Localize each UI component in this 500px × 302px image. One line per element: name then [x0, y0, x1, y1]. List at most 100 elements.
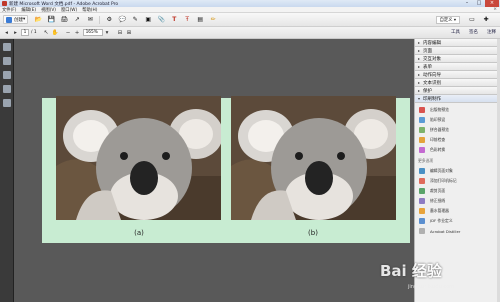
pin-icon[interactable]: ✚ — [482, 16, 490, 24]
text-icon[interactable]: T — [170, 16, 178, 24]
crop-icon — [419, 188, 425, 194]
pane-tabs: 工具 签名 注释 — [442, 29, 496, 35]
flattener-preview-icon — [419, 127, 425, 133]
tool-crop-pages[interactable]: 裁剪页面 — [419, 186, 500, 196]
section-content-editing[interactable]: ▸ 内容编辑 — [415, 39, 500, 47]
section-action-wizard[interactable]: ▸ 动作向导 — [415, 71, 500, 79]
menu-file[interactable]: 文件(F) — [2, 7, 16, 13]
chevron-right-icon: ▸ — [418, 56, 421, 61]
caption-a: (a) — [134, 229, 144, 237]
print-production-tools: 出版物预览 陷印预设 拼合器预览 印前检查 色彩转换 — [415, 103, 500, 155]
menu-help[interactable]: 帮助(H) — [82, 7, 97, 13]
pencil-icon[interactable]: ✏ — [209, 16, 217, 24]
navigation-toolbar: ◂ ▸ 1 / 1 ↖ ✋ − + 165% ▾ ⊟ ⊞ 工具 签名 注释 — [0, 27, 500, 39]
save-icon[interactable]: 💾 — [47, 16, 55, 24]
acrobat-app-icon — [2, 1, 7, 6]
tool-trap-presets[interactable]: 陷印预设 — [419, 115, 500, 125]
chevron-right-icon: ▸ — [418, 72, 421, 77]
email-icon[interactable]: ✉ — [86, 16, 94, 24]
zoom-dropdown-icon[interactable]: ▾ — [104, 29, 111, 37]
tab-sign[interactable]: 签名 — [469, 29, 478, 35]
tool-fix-hairlines[interactable]: 修正细线 — [419, 196, 500, 206]
settings-icon[interactable]: ⚙ — [105, 16, 113, 24]
section-text-recognition[interactable]: ▸ 文本识别 — [415, 79, 500, 87]
koala-photo-a — [56, 96, 221, 220]
section-interactive-objects[interactable]: ▸ 交互对象 — [415, 55, 500, 63]
tool-add-printer-marks[interactable]: 添加打印机标记 — [419, 176, 500, 186]
stamp-icon[interactable]: ▣ — [144, 16, 152, 24]
tool-ink-manager[interactable]: 墨水管理器 — [419, 206, 500, 216]
section-forms[interactable]: ▸ 表单 — [415, 63, 500, 71]
open-icon[interactable]: 📂 — [34, 16, 42, 24]
tool-preflight[interactable]: 印前检查 — [419, 135, 500, 145]
create-button[interactable]: 创建 ▾ — [3, 15, 29, 24]
attach-icon[interactable]: 📎 — [157, 16, 165, 24]
bookmarks-icon[interactable] — [3, 57, 11, 65]
minimize-button[interactable]: – — [461, 0, 473, 7]
section-pages[interactable]: ▸ 页面 — [415, 47, 500, 55]
comment-icon[interactable]: 💬 — [118, 16, 126, 24]
select-tool-icon[interactable]: ↖ — [43, 29, 50, 37]
highlight-icon[interactable]: ✎ — [131, 16, 139, 24]
fit-page-icon[interactable]: ⊞ — [126, 29, 133, 37]
create-icon — [6, 16, 12, 23]
menu-window[interactable]: 窗口(W) — [61, 7, 77, 13]
menu-view[interactable]: 视图(V) — [41, 7, 56, 13]
chevron-right-icon: ▸ — [418, 88, 421, 93]
chevron-right-icon: ▸ — [418, 48, 421, 53]
signatures-icon[interactable] — [3, 85, 11, 93]
convert-colors-icon — [419, 147, 425, 153]
ink-manager-icon — [419, 208, 425, 214]
tool-edit-page-object[interactable]: 编辑页面对象 — [419, 166, 500, 176]
trap-presets-icon — [419, 117, 425, 123]
left-navigation-pane — [0, 39, 14, 302]
tool-acrobat-distiller[interactable]: Acrobat Distiller — [419, 226, 500, 236]
text-edit-icon[interactable]: Ŧ — [183, 16, 191, 24]
page-total: / 1 — [31, 30, 37, 35]
caption-b: (b) — [308, 229, 318, 237]
fit-page-icon[interactable]: ▭ — [468, 16, 476, 24]
note-icon[interactable]: ▤ — [196, 16, 204, 24]
hairlines-icon — [419, 198, 425, 204]
tool-jdf-job[interactable]: JDF 作业定义 — [419, 216, 500, 226]
next-page-icon[interactable]: ▸ — [12, 29, 19, 37]
customize-dropdown[interactable]: 自定义 ▾ — [435, 16, 460, 24]
distiller-icon — [419, 228, 425, 234]
prev-page-icon[interactable]: ◂ — [3, 29, 10, 37]
baidu-jingyan-watermark: Bai 经验 jingyan.baidu.com — [350, 258, 500, 302]
page-number-input[interactable]: 1 — [21, 29, 29, 36]
preflight-icon — [419, 137, 425, 143]
layers-icon[interactable] — [3, 99, 11, 107]
tab-tools[interactable]: 工具 — [451, 29, 460, 35]
maximize-button[interactable]: □ — [473, 0, 485, 7]
zoom-out-icon[interactable]: − — [65, 29, 72, 37]
edit-object-icon — [419, 168, 425, 174]
close-button[interactable]: × — [485, 0, 499, 7]
toolbar-divider — [99, 15, 101, 24]
section-protection[interactable]: ▸ 保护 — [415, 87, 500, 95]
document-close-icon[interactable]: × — [493, 7, 497, 12]
jdf-icon — [419, 218, 425, 224]
share-icon[interactable]: ↗ — [73, 16, 81, 24]
chevron-right-icon: ▸ — [418, 64, 421, 69]
tool-output-preview[interactable]: 出版物预览 — [419, 105, 500, 115]
page-thumbnails-icon[interactable] — [3, 43, 11, 51]
fit-width-icon[interactable]: ⊟ — [117, 29, 124, 37]
chevron-down-icon: ▾ — [23, 17, 26, 22]
main-toolbar: 创建 ▾ 📂 💾 🖨 ↗ ✉ ⚙ 💬 ✎ ▣ 📎 T Ŧ ▤ ✏ 自定义 ▾ ▭… — [0, 13, 500, 27]
attachments-icon[interactable] — [3, 71, 11, 79]
menu-edit[interactable]: 编辑(E) — [21, 7, 36, 13]
tool-flattener-preview[interactable]: 拼合器预览 — [419, 125, 500, 135]
hand-tool-icon[interactable]: ✋ — [52, 29, 59, 37]
output-preview-icon — [419, 107, 425, 113]
section-print-production[interactable]: ▾ 印刷制作 — [415, 95, 500, 103]
koala-photo-b — [231, 96, 396, 220]
tool-convert-colors[interactable]: 色彩转换 — [419, 145, 500, 155]
tab-comment[interactable]: 注释 — [487, 29, 496, 35]
zoom-in-icon[interactable]: + — [74, 29, 81, 37]
print-icon[interactable]: 🖨 — [60, 16, 68, 24]
zoom-level-input[interactable]: 165% — [82, 29, 103, 36]
watermark-text: Bai 经验 — [380, 262, 442, 280]
create-label: 创建 — [14, 17, 23, 23]
chevron-down-icon: ▾ — [418, 96, 421, 101]
